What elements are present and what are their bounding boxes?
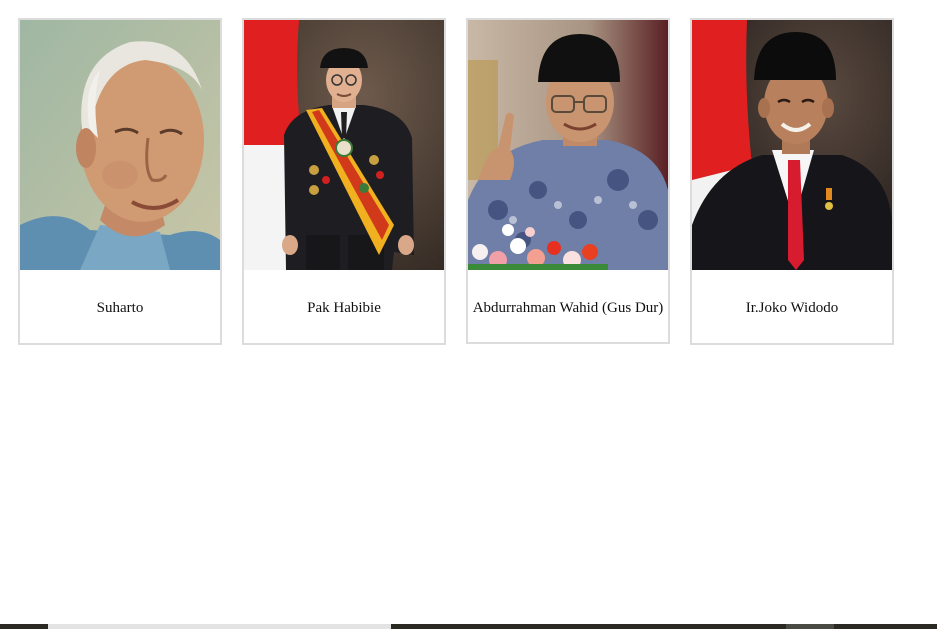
portrait-photo-jokowi[interactable] xyxy=(692,20,892,270)
portrait-photo-gus-dur[interactable] xyxy=(468,20,668,270)
portrait-card-gus-dur[interactable]: Abdurrahman Wahid (Gus Dur) xyxy=(466,18,670,344)
portrait-caption: Suharto xyxy=(96,300,144,316)
portrait-card-habibie[interactable]: Pak Habibie xyxy=(242,18,446,345)
portrait-card-jokowi[interactable]: Ir.Joko Widodo xyxy=(690,18,894,345)
scrollbar-thumb[interactable] xyxy=(48,624,391,629)
portrait-caption: Ir.Joko Widodo xyxy=(745,300,839,316)
portrait-gallery: Suharto Pak Habibie Abdurrahman Wahid (G… xyxy=(0,0,937,620)
portrait-card-suharto[interactable]: Suharto xyxy=(18,18,222,345)
horizontal-scrollbar[interactable] xyxy=(0,624,937,629)
scrollbar-segment xyxy=(786,624,834,629)
portrait-photo-habibie[interactable] xyxy=(244,20,444,270)
portrait-caption: Pak Habibie xyxy=(307,300,381,316)
portrait-photo-suharto[interactable] xyxy=(20,20,220,270)
portrait-caption: Abdurrahman Wahid (Gus Dur) xyxy=(472,300,664,316)
